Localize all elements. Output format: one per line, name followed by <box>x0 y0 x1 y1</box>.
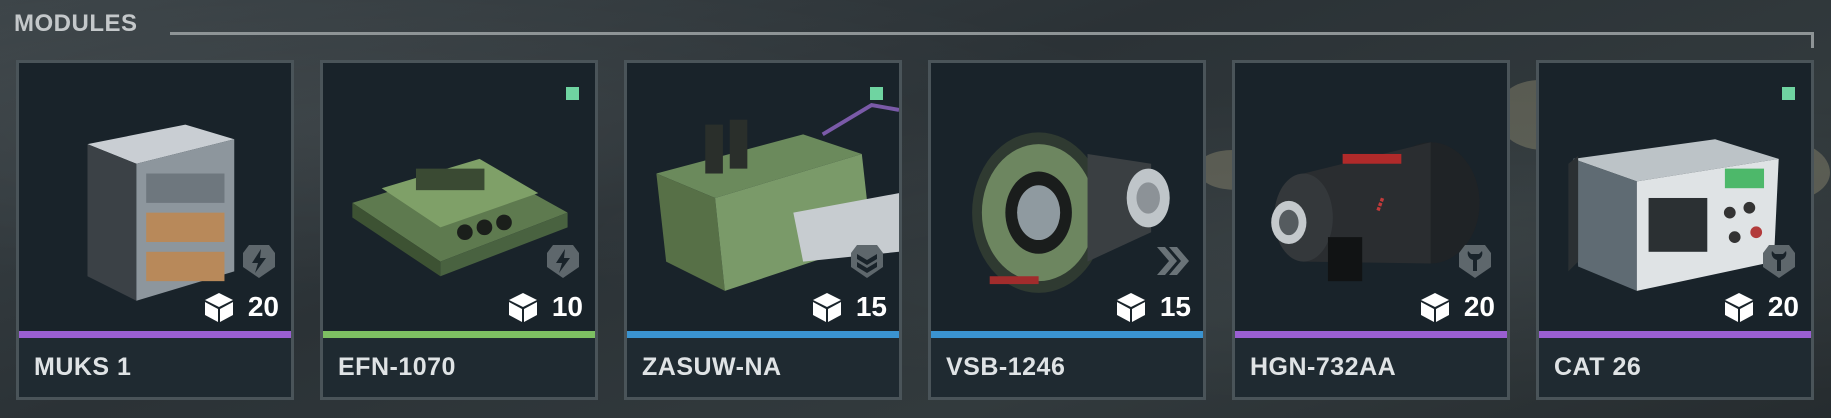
header-divider <box>170 32 1814 48</box>
cost-value: 20 <box>1767 291 1799 322</box>
lightning-shield-icon <box>243 245 275 278</box>
cube-icon <box>508 293 537 322</box>
cost-display: 15 <box>810 285 887 329</box>
cube-icon <box>1116 293 1145 322</box>
module-card-zasuw-na[interactable]: 15 ZASUW-NA <box>624 60 902 400</box>
new-indicator <box>566 87 579 100</box>
lightning-shield-icon <box>547 245 579 278</box>
module-card-hgn-732aa[interactable]: ▪▪▪ 20 HGN-732AA <box>1232 60 1510 400</box>
cost-value: 15 <box>855 291 887 322</box>
module-name: MUKS 1 <box>19 338 291 397</box>
new-indicator <box>870 87 883 100</box>
rarity-bar <box>19 331 291 338</box>
cube-icon <box>1420 293 1449 322</box>
module-card-efn-1070[interactable]: 10 EFN-1070 <box>320 60 598 400</box>
cost-display: 20 <box>202 285 279 329</box>
cost-value: 20 <box>247 291 279 322</box>
chevrons-shield-icon <box>851 245 883 278</box>
module-name: HGN-732AA <box>1235 338 1507 397</box>
cost-value: 20 <box>1463 291 1495 322</box>
double-chevron-icon <box>1157 247 1189 275</box>
module-name: VSB-1246 <box>931 338 1203 397</box>
rarity-bar <box>1235 331 1507 338</box>
rarity-bar <box>323 331 595 338</box>
module-name: ZASUW-NA <box>627 338 899 397</box>
modules-header: MODULES <box>14 8 1814 48</box>
cube-icon <box>1724 293 1753 322</box>
wrench-shield-icon <box>1459 245 1491 278</box>
cost-display: 10 <box>506 285 583 329</box>
cost-display: 15 <box>1114 285 1191 329</box>
wrench-shield-icon <box>1763 245 1795 278</box>
cube-icon <box>812 293 841 322</box>
module-card-cat-26[interactable]: 20 CAT 26 <box>1536 60 1814 400</box>
module-card-vsb-1246[interactable]: 15 VSB-1246 <box>928 60 1206 400</box>
module-name: EFN-1070 <box>323 338 595 397</box>
module-name: CAT 26 <box>1539 338 1811 397</box>
cost-display: 20 <box>1722 285 1799 329</box>
cube-icon <box>204 293 233 322</box>
rarity-bar <box>931 331 1203 338</box>
cost-value: 10 <box>551 291 583 322</box>
new-indicator <box>1782 87 1795 100</box>
rarity-bar <box>627 331 899 338</box>
module-card-muks-1[interactable]: 20 MUKS 1 <box>16 60 294 400</box>
section-title: MODULES <box>14 10 138 37</box>
rarity-bar <box>1539 331 1811 338</box>
cost-value: 15 <box>1159 291 1191 322</box>
cost-display: 20 <box>1418 285 1495 329</box>
